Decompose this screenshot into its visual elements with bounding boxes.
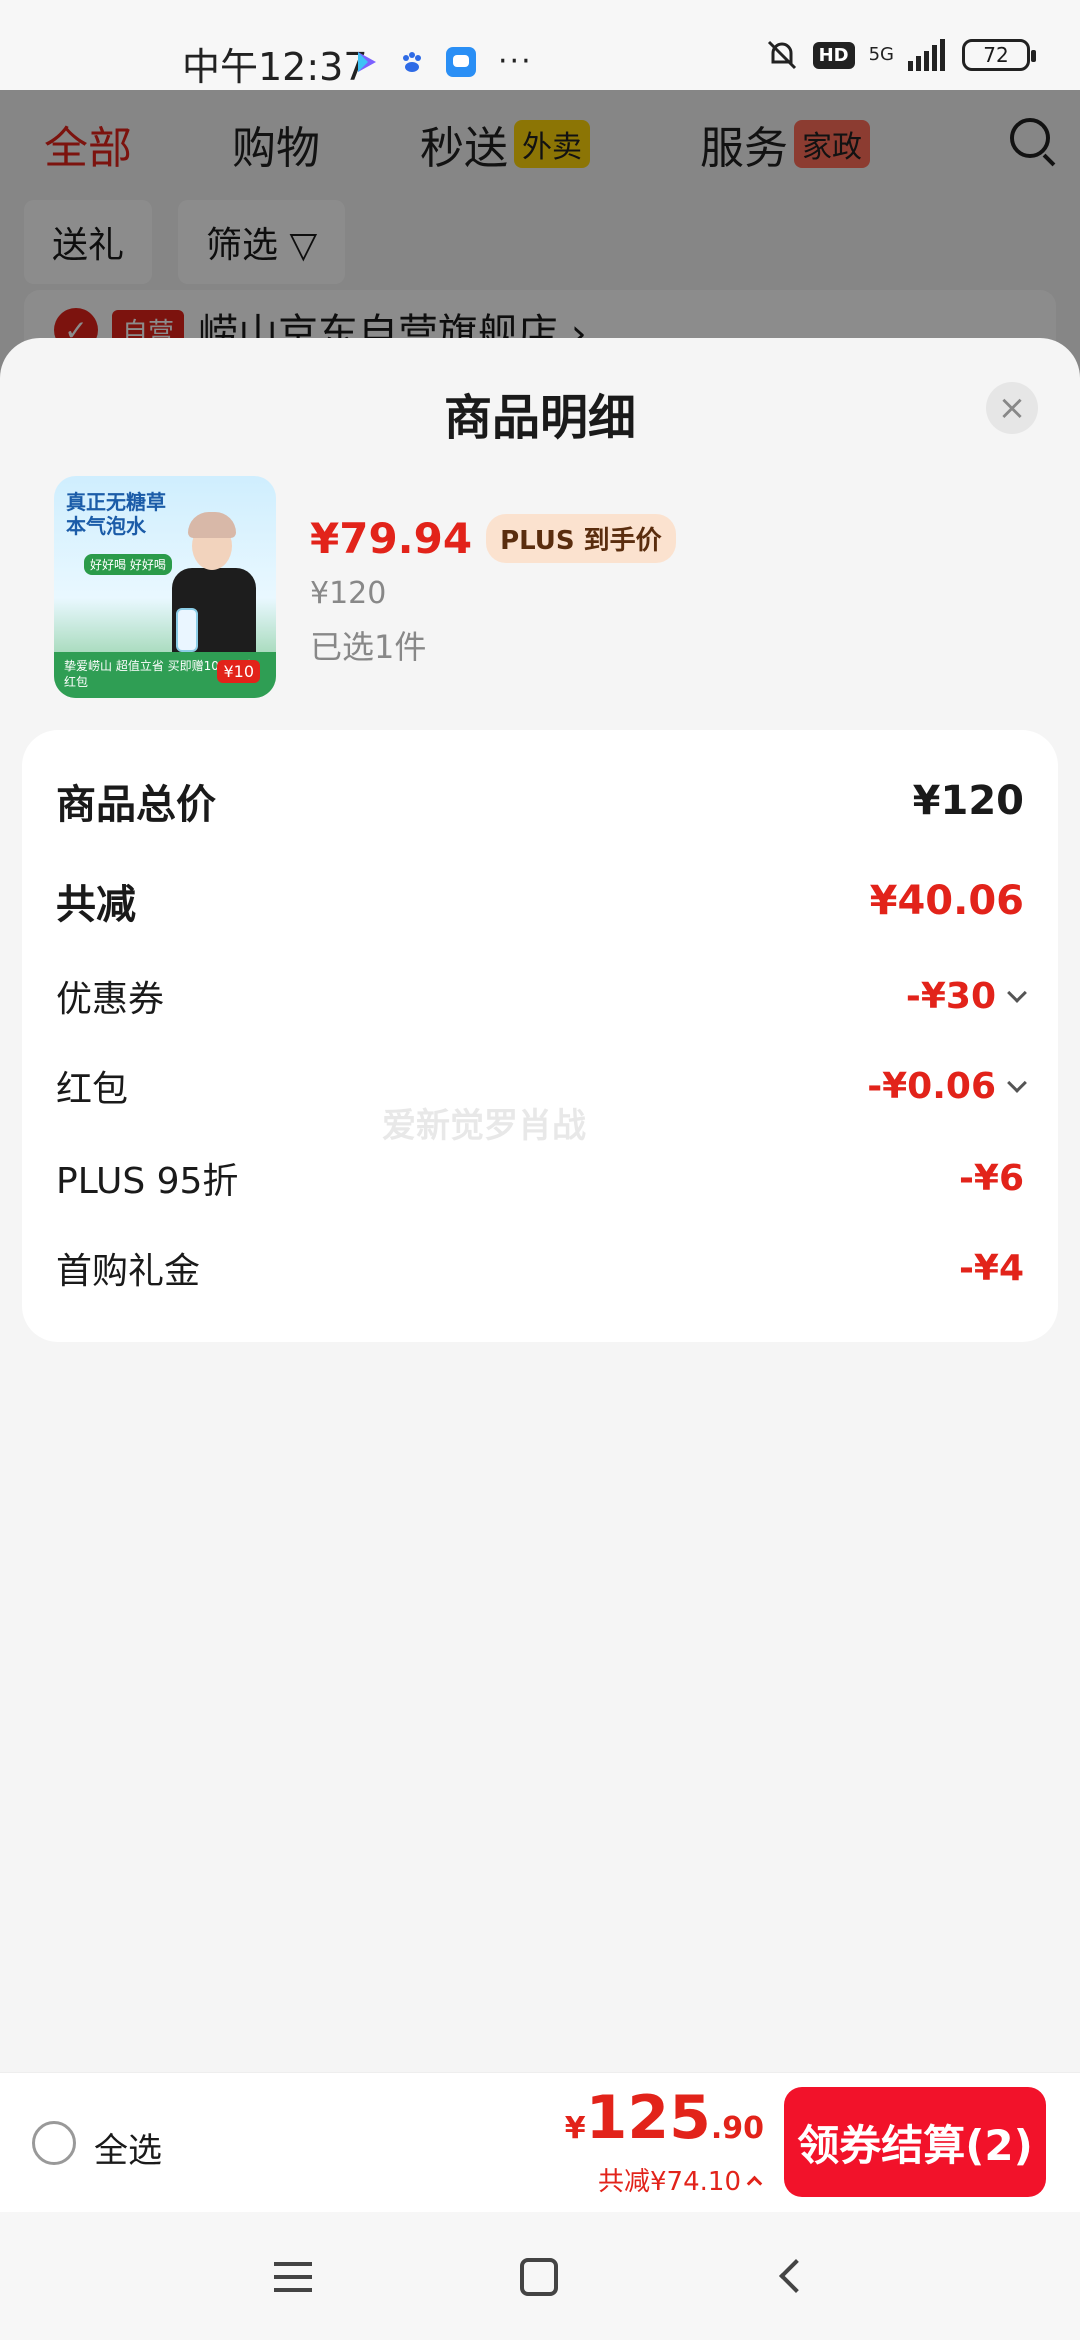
hd-badge: HD: [812, 41, 855, 69]
total-decimal: .90: [710, 2111, 764, 2146]
play-store-icon: [358, 51, 376, 72]
network-label: 5G: [868, 44, 894, 65]
reduced-row: 共减 ¥40.06: [56, 872, 1024, 930]
coupon-value: -¥30: [905, 975, 996, 1017]
first-purchase-label: 首购礼金: [56, 1251, 201, 1292]
baidu-icon: [403, 51, 421, 72]
plus-discount-label: PLUS 95折: [56, 1161, 239, 1202]
price-row: ¥79.94 PLUS 到手价: [310, 514, 676, 563]
signal-icon: [908, 39, 945, 71]
sheet-title: 商品明细: [443, 390, 636, 446]
close-button[interactable]: ×: [986, 382, 1038, 434]
back-icon[interactable]: [779, 2259, 813, 2293]
select-all-label[interactable]: 全选: [94, 2123, 162, 2172]
coupon-label: 优惠券: [56, 979, 165, 1020]
silent-bell-icon: [767, 40, 796, 70]
status-app-icons: ···: [356, 44, 533, 79]
status-time: 中午12:37: [182, 45, 368, 89]
red-packet-value: -¥0.06: [867, 1065, 996, 1107]
watermark-text: 爱新觉罗肖战: [382, 1106, 586, 1146]
first-purchase-row: 首购礼金 -¥4: [56, 1242, 1024, 1294]
coupon-value-wrap[interactable]: -¥30: [905, 975, 1027, 1017]
close-icon: ×: [997, 388, 1027, 428]
system-nav-bar: [0, 2212, 1080, 2340]
reduced-value: ¥40.06: [869, 878, 1024, 924]
product-image-tag: 好好喝 好好喝: [84, 554, 172, 575]
plus-discount-row: PLUS 95折 -¥6: [56, 1152, 1024, 1204]
checkout-button[interactable]: 领券结算(2): [784, 2087, 1046, 2197]
plus-price-badge: PLUS 到手价: [486, 514, 676, 563]
reduced-label: 共减: [56, 882, 136, 928]
home-icon[interactable]: [520, 2258, 558, 2296]
red-packet-value-wrap[interactable]: -¥0.06: [867, 1065, 1027, 1107]
status-system-icons: HD 5G 72: [765, 38, 1036, 72]
product-price: ¥79.94: [310, 514, 473, 563]
product-detail-sheet: 商品明细 × 真正无糖草本气泡水 好好喝 好好喝 挚爱崂山 超值立省 买即赠10…: [0, 338, 1080, 2072]
total-price-value: ¥120: [912, 778, 1024, 824]
selected-quantity: 已选1件: [310, 628, 427, 666]
person-hair: [188, 512, 236, 538]
chevron-down-icon: [1007, 1073, 1027, 1093]
bottle-shape: [176, 608, 198, 652]
total-amount: ¥125.90: [565, 2083, 764, 2153]
total-currency: ¥: [564, 2111, 586, 2146]
original-price: ¥120: [310, 576, 387, 611]
coupon-row[interactable]: 优惠券 -¥30: [56, 970, 1027, 1022]
product-image-person: [164, 512, 262, 662]
more-dots-icon: ···: [498, 44, 533, 79]
reduced-total: 共减¥74.10: [598, 2167, 741, 2197]
chevron-up-icon: [746, 2175, 763, 2192]
total-price-row: 商品总价 ¥120: [56, 772, 1024, 830]
product-summary: 真正无糖草本气泡水 好好喝 好好喝 挚爱崂山 超值立省 买即赠10元现金红包 ¥…: [54, 476, 1034, 698]
product-image-red-badge: ¥10: [217, 660, 260, 683]
reduced-total-toggle[interactable]: 共减¥74.10: [598, 2161, 763, 2198]
product-image[interactable]: 真正无糖草本气泡水 好好喝 好好喝 挚爱崂山 超值立省 买即赠10元现金红包 ¥…: [54, 476, 276, 698]
status-bar: 中午12:37 ··· HD 5G 72: [0, 0, 1080, 90]
battery-icon: 72: [962, 39, 1036, 71]
red-packet-label: 红包: [56, 1069, 129, 1110]
price-detail-card: 商品总价 ¥120 共减 ¥40.06 优惠券 -¥30 红包 -¥0.06 P…: [22, 730, 1058, 1342]
first-purchase-value: -¥4: [958, 1247, 1024, 1289]
product-image-headline: 真正无糖草本气泡水: [66, 490, 166, 538]
checkout-bar: 全选 ¥125.90 共减¥74.10 领券结算(2): [0, 2072, 1080, 2212]
chevron-down-icon: [1007, 983, 1027, 1003]
total-integer: 125: [585, 2083, 711, 2153]
plus-discount-value: -¥6: [958, 1157, 1024, 1199]
message-app-icon: [446, 46, 476, 77]
menu-icon[interactable]: [274, 2262, 312, 2292]
select-all-checkbox[interactable]: [32, 2121, 76, 2165]
total-price-label: 商品总价: [56, 782, 216, 828]
